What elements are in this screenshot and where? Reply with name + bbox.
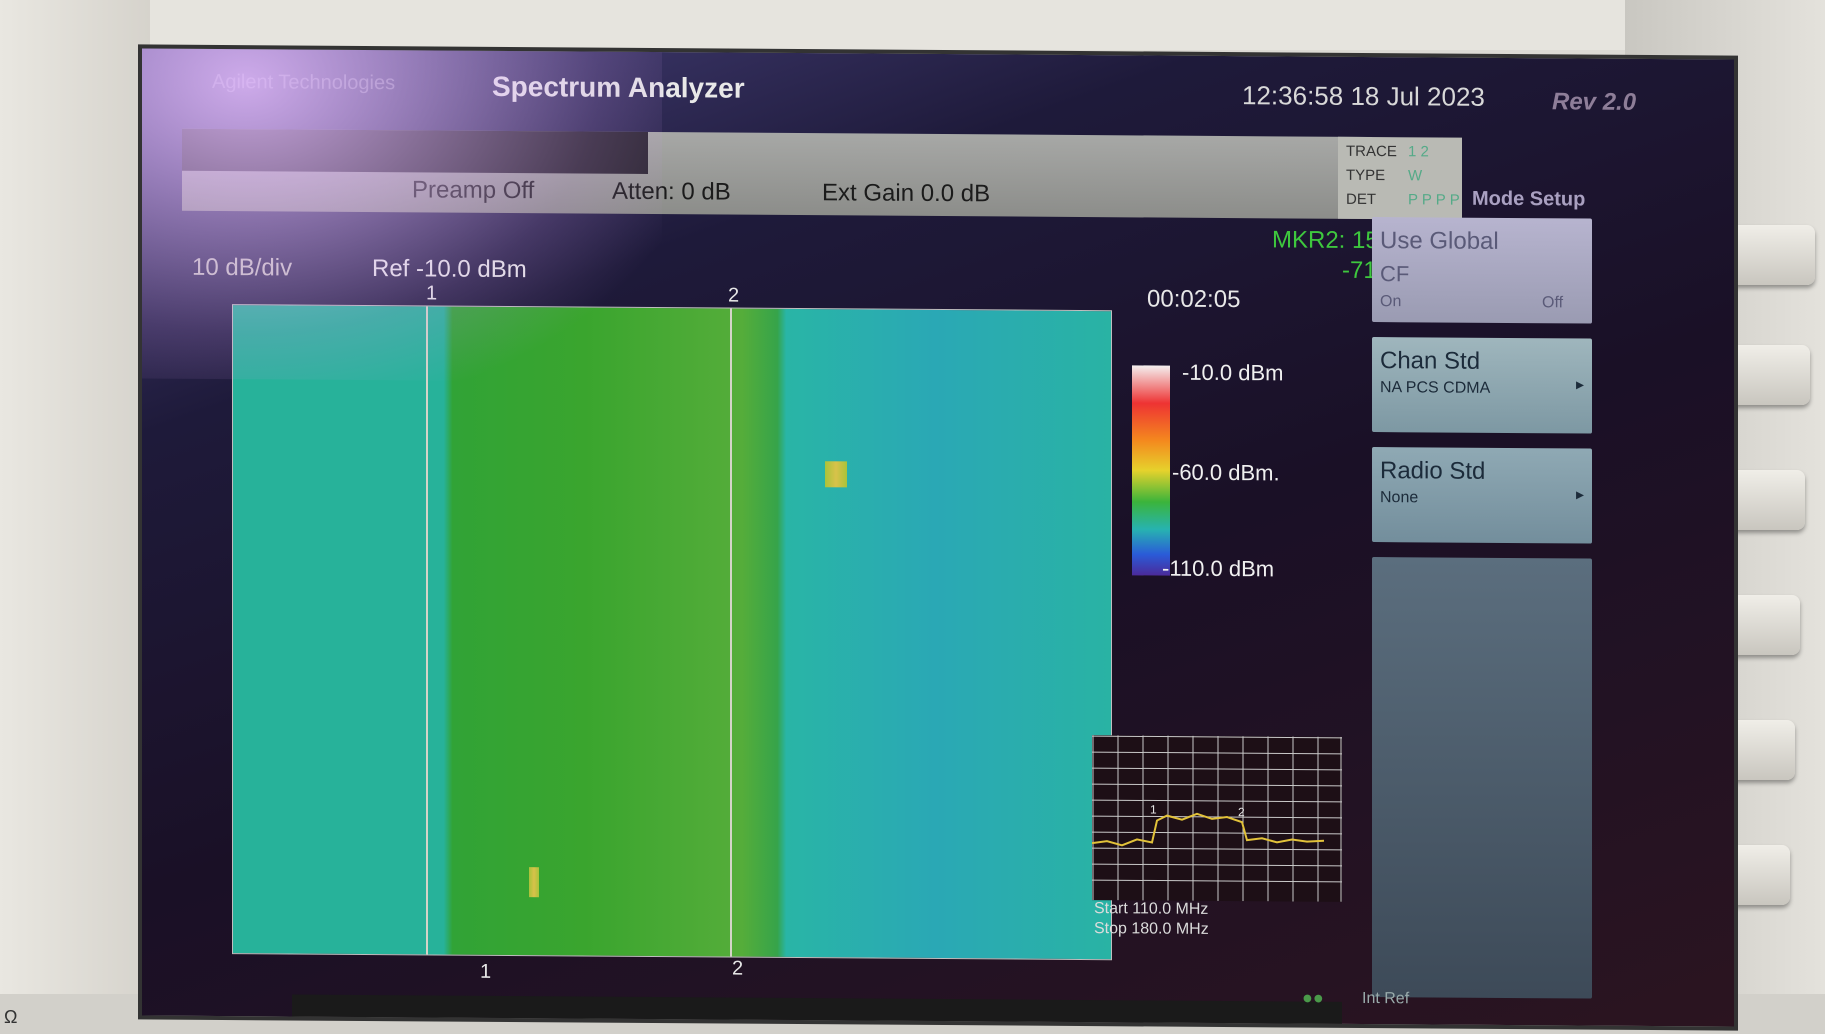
- softkey-use-global-state-off: Off: [1542, 294, 1564, 312]
- clock-date: 18 Jul 2023: [1350, 80, 1485, 112]
- analyzer-screen: Agilent Technologies Spectrum Analyzer 1…: [138, 44, 1738, 1031]
- color-scale-top-label: -10.0 dBm: [1182, 359, 1284, 386]
- marker-1-label-top: 1: [426, 282, 438, 305]
- softkey-use-global-state: On: [1380, 293, 1402, 311]
- status-led-icon: ●●: [1302, 987, 1324, 1008]
- scale-per-div: 10 dB/div: [192, 253, 293, 282]
- mini-trace-line: [1091, 812, 1325, 847]
- softkey-radio-std[interactable]: Radio Std None ▸: [1372, 447, 1592, 544]
- color-scale-bottom-label: -110.0 dBm: [1162, 555, 1275, 582]
- ref-status: Int Ref: [1362, 989, 1410, 1008]
- mini-spectrum-trace[interactable]: 1 2: [1091, 735, 1342, 902]
- softkey-use-global-title: Use Global: [1380, 227, 1499, 255]
- instrument-bezel-left: [0, 0, 150, 1034]
- softkey-radio-std-value: None: [1380, 489, 1419, 507]
- firmware-rev: Rev 2.0: [1552, 88, 1637, 116]
- color-scale-mid-label: -60.0 dBm.: [1172, 459, 1280, 486]
- marker-2-line[interactable]: [730, 308, 732, 957]
- softkey-chan-std-value: NA PCS CDMA: [1380, 379, 1491, 397]
- clock: 12:36:58 18 Jul 2023: [1242, 80, 1485, 113]
- mini-trace-graph: 1 2: [1091, 735, 1342, 902]
- mini-marker-2: 2: [1238, 805, 1245, 819]
- marker-2-label-bottom: 2: [732, 957, 744, 980]
- softkey-chan-std-title: Chan Std: [1380, 347, 1481, 375]
- softkey-radio-std-title: Radio Std: [1380, 457, 1486, 485]
- marker-1-line[interactable]: [426, 306, 428, 955]
- softkey-use-global[interactable]: Use Global CF On Off: [1372, 217, 1592, 324]
- mini-marker-1: 1: [1150, 802, 1157, 816]
- title-bar: Agilent Technologies Spectrum Analyzer 1…: [142, 48, 1738, 137]
- softkey-use-global-sub: CF: [1380, 261, 1410, 287]
- trace-values: 1 2: [1408, 143, 1429, 161]
- stop-frequency: Stop 180.0 MHz: [1094, 920, 1209, 938]
- vendor-logo: Agilent Technologies: [212, 70, 396, 95]
- settings-bar: Preamp Off Atten: 0 dB Ext Gain 0.0 dB: [182, 128, 1372, 220]
- chevron-right-icon: ▸: [1575, 376, 1584, 394]
- signal-burst: [825, 461, 847, 488]
- marker-2-label-top: 2: [728, 284, 740, 307]
- status-bar: [292, 994, 1342, 1026]
- ext-gain-status: Ext Gain 0.0 dB: [822, 179, 991, 208]
- softkey-panel: Use Global CF On Off Chan Std NA PCS CDM…: [1372, 167, 1602, 1019]
- start-frequency: Start 110.0 MHz: [1094, 900, 1209, 918]
- port-label: Ω: [4, 1007, 18, 1027]
- status-indicators: ●● Int Ref: [1302, 982, 1562, 1024]
- app-title: Spectrum Analyzer: [492, 70, 745, 104]
- attenuation-status: Atten: 0 dB: [612, 177, 731, 206]
- elapsed-time: 00:02:05: [1147, 285, 1241, 314]
- softkey-empty-region: [1372, 557, 1592, 999]
- spectrogram-display[interactable]: [232, 304, 1112, 961]
- color-scale-bar: [1132, 365, 1170, 576]
- marker-1-label-bottom: 1: [480, 960, 492, 983]
- ref-level: Ref -10.0 dBm: [372, 255, 527, 284]
- settings-bar-dark-region: [182, 128, 648, 174]
- signal-burst: [529, 867, 539, 898]
- softkey-chan-std[interactable]: Chan Std NA PCS CDMA ▸: [1372, 337, 1592, 434]
- chevron-right-icon: ▸: [1575, 486, 1584, 504]
- preamp-status: Preamp Off: [412, 176, 535, 205]
- trace-label: TRACE: [1346, 142, 1397, 161]
- instrument-bezel-top: [0, 0, 1825, 50]
- clock-time: 12:36:58: [1242, 80, 1344, 111]
